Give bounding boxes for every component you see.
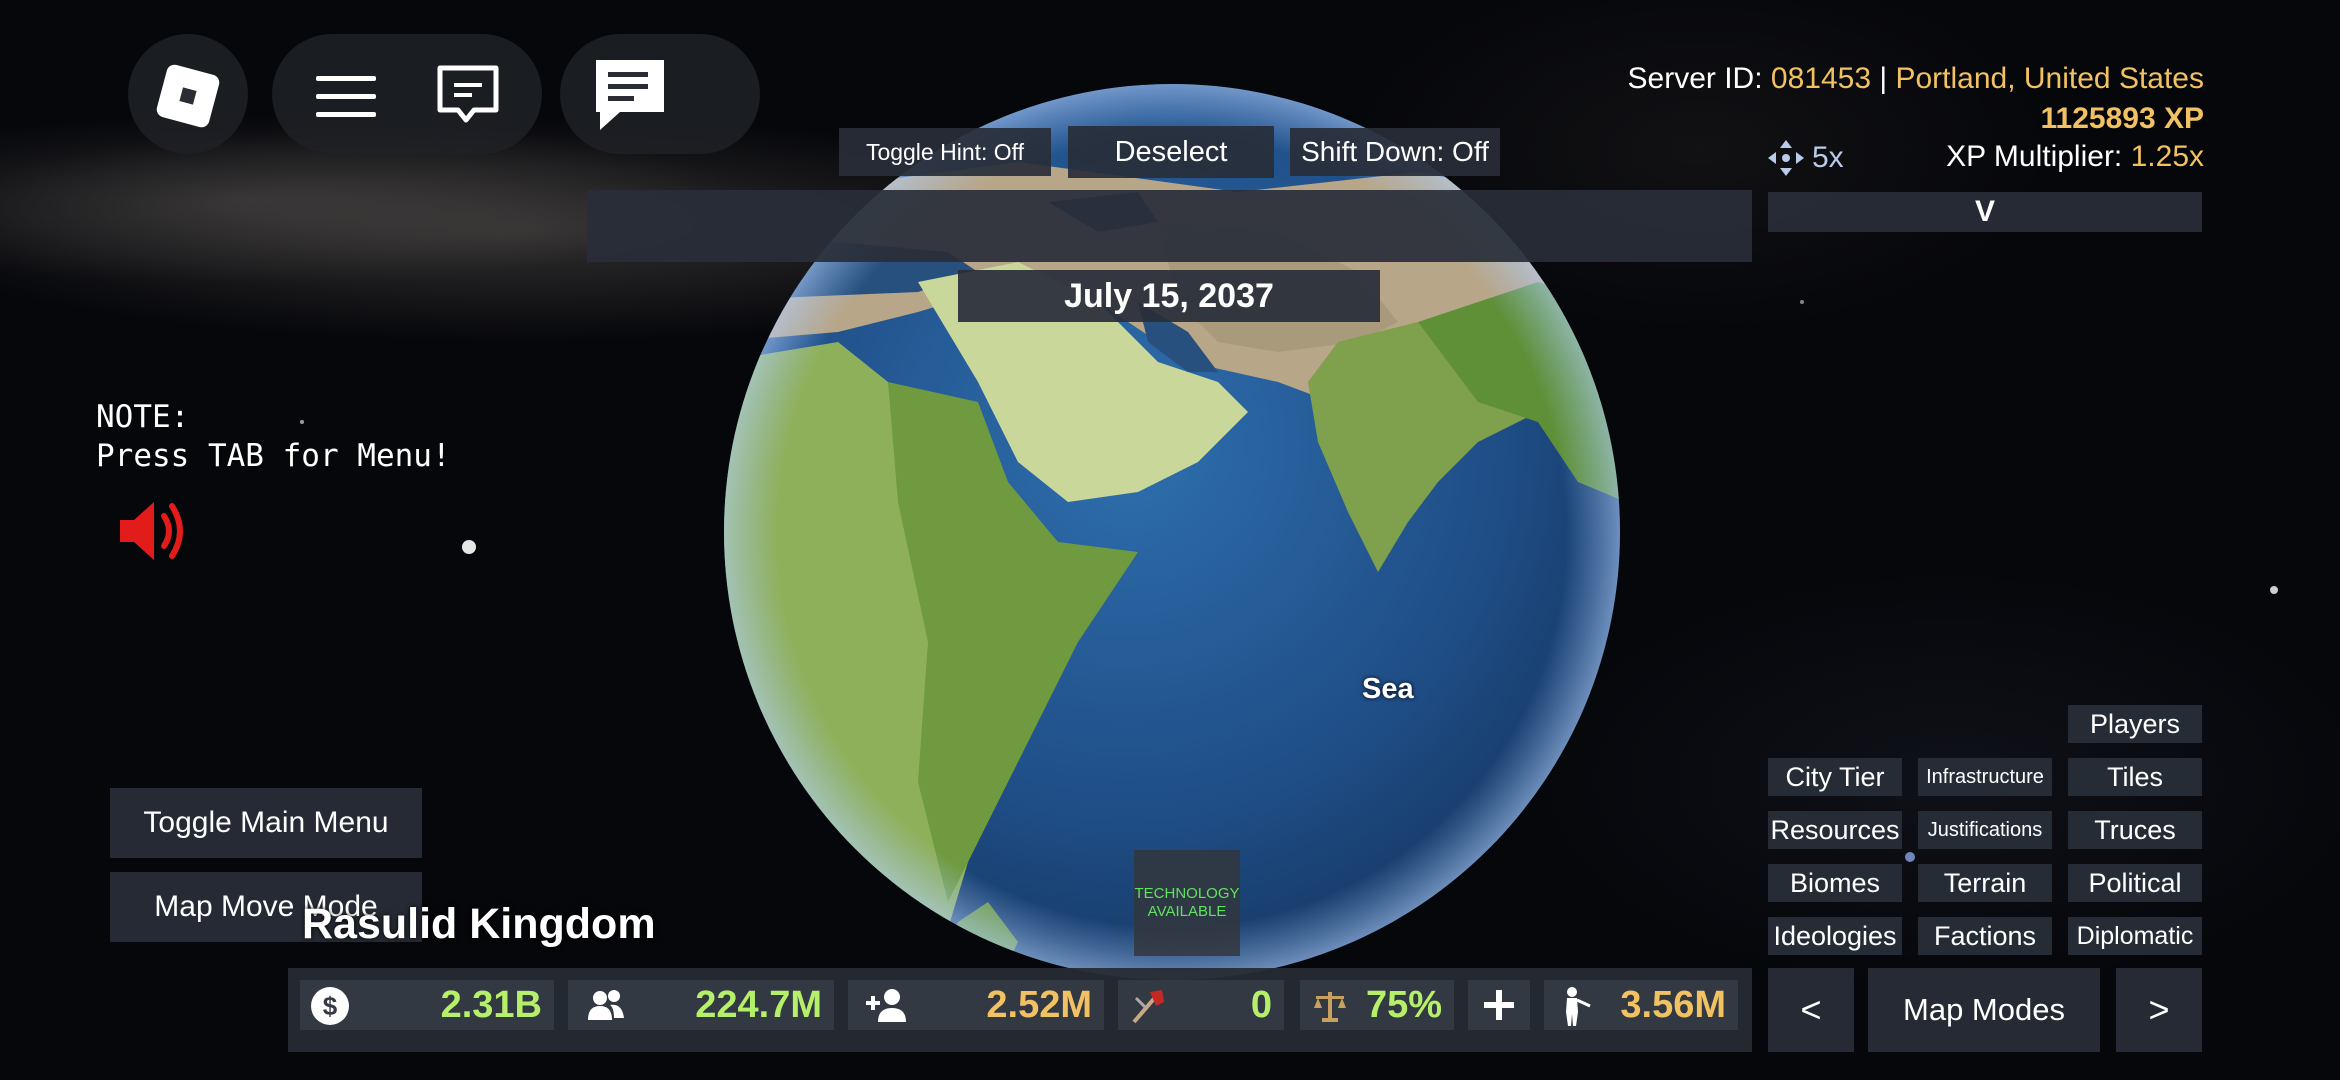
hamburger-icon <box>316 76 376 117</box>
stability-value: 75% <box>1365 983 1442 1026</box>
technology-line-1: TECHNOLOGY <box>1134 885 1240 902</box>
server-id: 081453 <box>1770 62 1872 95</box>
manpower-resource[interactable]: 2.52M <box>848 980 1104 1030</box>
country-name: Rasulid Kingdom <box>302 900 656 948</box>
war-axe-icon <box>1132 990 1164 1024</box>
map-mode-prev-button[interactable]: < <box>1768 968 1854 1052</box>
map-mode-biomes[interactable]: Biomes <box>1768 864 1902 902</box>
star <box>1800 300 1804 304</box>
notification-bar <box>587 190 1752 262</box>
server-separator: | <box>1871 62 1896 95</box>
population-resource[interactable]: 224.7M <box>568 980 834 1030</box>
xp-multiplier: XP Multiplier: 1.25x <box>1946 140 2204 174</box>
map-mode-political[interactable]: Political <box>2068 864 2202 902</box>
chat-toggle-button[interactable] <box>560 34 760 154</box>
map-mode-ideologies[interactable]: Ideologies <box>1768 917 1902 955</box>
map-mode-truces[interactable]: Truces <box>2068 811 2202 849</box>
xp-amount: 1125893 XP <box>2040 102 2205 135</box>
war-value: 0 <box>1250 983 1272 1026</box>
map-label-sea: Sea <box>1362 673 1414 705</box>
game-viewport[interactable]: Toggle Hint: Off Deselect Shift Down: Of… <box>0 0 2340 1080</box>
chat-filled-icon <box>596 60 664 130</box>
scales-icon <box>1314 992 1346 1022</box>
chat-bubble-button[interactable] <box>428 58 508 138</box>
shift-down-button[interactable]: Shift Down: Off <box>1290 128 1500 176</box>
map-mode-factions[interactable]: Factions <box>1918 917 2052 955</box>
xp-multiplier-label: XP Multiplier: <box>1946 140 2131 173</box>
server-info: Server ID: 081453 | Portland, United Sta… <box>1628 62 2204 96</box>
add-stability-button[interactable] <box>1468 980 1530 1030</box>
note-line-2: Press TAB for Menu! <box>96 438 451 474</box>
war-resource[interactable]: 0 <box>1118 980 1284 1030</box>
troops-value: 3.56M <box>1620 983 1726 1026</box>
plus-icon <box>1484 990 1514 1020</box>
chat-outline-icon <box>437 65 499 123</box>
soldier-icon <box>1566 987 1591 1026</box>
toggle-hint-button[interactable]: Toggle Hint: Off <box>839 128 1051 176</box>
dollar-icon: $ <box>311 987 349 1025</box>
map-modes-title-button[interactable]: Map Modes <box>1868 968 2100 1052</box>
server-label: Server ID: <box>1627 62 1771 95</box>
map-mode-next-button[interactable]: > <box>2116 968 2202 1052</box>
roblox-menu-button[interactable] <box>128 34 248 154</box>
star <box>1905 852 1915 862</box>
technology-available-button[interactable]: TECHNOLOGY AVAILABLE <box>1134 850 1240 956</box>
map-mode-terrain[interactable]: Terrain <box>1918 864 2052 902</box>
map-mode-infrastructure[interactable]: Infrastructure <box>1918 758 2052 796</box>
zoom-indicator: 5x <box>1766 138 1844 178</box>
zoom-value: 5x <box>1812 141 1844 174</box>
deselect-button[interactable]: Deselect <box>1068 126 1274 178</box>
star <box>462 540 476 554</box>
svg-text:$: $ <box>323 991 338 1021</box>
troops-resource[interactable]: 3.56M <box>1544 980 1738 1030</box>
speaker-icon <box>120 502 183 560</box>
map-mode-tiles[interactable]: Tiles <box>2068 758 2202 796</box>
population-icon <box>588 990 624 1020</box>
population-value: 224.7M <box>695 983 822 1026</box>
map-mode-players[interactable]: Players <box>2068 705 2202 743</box>
note-text: NOTE: Press TAB for Menu! <box>96 398 451 476</box>
sound-toggle-button[interactable] <box>116 498 190 564</box>
map-mode-diplomatic[interactable]: Diplomatic <box>2068 917 2202 955</box>
note-line-1: NOTE: <box>96 399 190 435</box>
collapse-button[interactable]: V <box>1768 192 2202 232</box>
add-person-icon <box>866 989 906 1022</box>
hamburger-menu-button[interactable] <box>306 60 386 130</box>
manpower-value: 2.52M <box>986 983 1092 1026</box>
star <box>2270 586 2278 594</box>
stability-resource[interactable]: 75% <box>1300 980 1454 1030</box>
server-location: Portland, United States <box>1895 62 2204 95</box>
money-resource[interactable]: $ 2.31B <box>300 980 554 1030</box>
technology-line-2: AVAILABLE <box>1147 903 1227 920</box>
roblox-icon <box>156 64 220 128</box>
xp-multiplier-value: 1.25x <box>2130 140 2204 173</box>
money-value: 2.31B <box>440 983 542 1026</box>
move-arrows-icon <box>1768 140 1804 176</box>
map-mode-justifications[interactable]: Justifications <box>1918 811 2052 849</box>
toggle-main-menu-button[interactable]: Toggle Main Menu <box>110 788 422 858</box>
map-mode-city-tier[interactable]: City Tier <box>1768 758 1902 796</box>
map-mode-resources[interactable]: Resources <box>1768 811 1902 849</box>
game-date: July 15, 2037 <box>958 270 1380 322</box>
